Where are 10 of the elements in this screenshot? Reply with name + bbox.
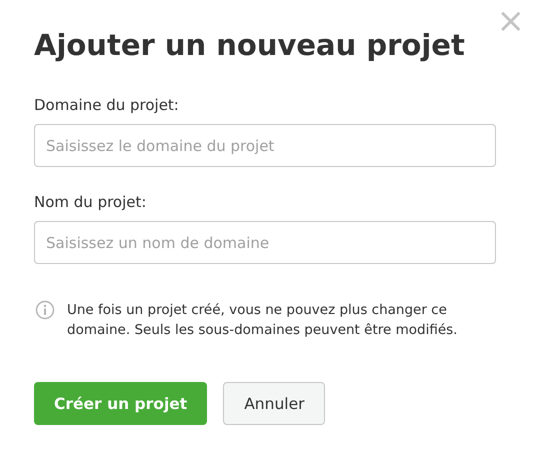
input-field[interactable]: Saisissez le domaine du projet [34, 124, 496, 167]
input-field[interactable]: Saisissez un nom de domaine [34, 221, 496, 264]
info-icon [35, 300, 55, 320]
field-label: Nom du projet: [34, 193, 148, 211]
dialog-title: Ajouter un nouveau projet [34, 28, 466, 62]
close-button[interactable]: × [496, 4, 525, 38]
info-text: Une fois un projet créé, vous ne pouvez plus changer ce domaine. Seuls les sous-domaines peuvent être modifiés. [67, 301, 458, 340]
create-button[interactable]: Créer un projet [34, 382, 208, 425]
field-label: Domaine du projet: [34, 96, 180, 114]
cancel-button[interactable]: Annuler [223, 382, 326, 425]
